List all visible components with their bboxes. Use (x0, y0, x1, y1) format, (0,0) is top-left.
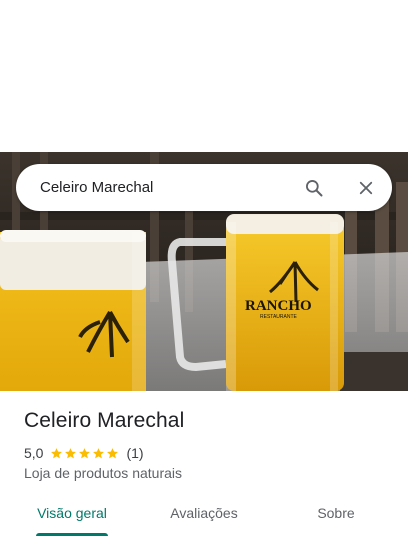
rating-value: 5,0 (24, 445, 44, 461)
clear-search-button[interactable] (353, 175, 379, 201)
place-title: Celeiro Marechal (24, 409, 185, 432)
search-icon (306, 180, 323, 197)
search-input[interactable]: Celeiro Marechal (40, 164, 153, 211)
tab-about[interactable]: Sobre (296, 495, 376, 540)
place-category[interactable]: Loja de produtos naturais (24, 465, 182, 481)
rating-stars (50, 447, 120, 460)
star-icon (79, 447, 91, 458)
star-icon (107, 447, 119, 458)
review-count[interactable]: (1) (126, 445, 143, 461)
tab-reviews[interactable]: Avaliações (158, 495, 250, 540)
mug-sub-text: RESTAURANTE (260, 314, 298, 320)
star-icon (93, 447, 105, 458)
rating-row[interactable]: 5,0 (1) (24, 444, 144, 462)
search-button[interactable] (301, 175, 327, 201)
close-icon (359, 181, 373, 195)
place-tabs: Visão geral Avaliações Sobre (0, 495, 408, 540)
search-bar[interactable]: Celeiro Marechal (16, 164, 392, 211)
active-tab-indicator (36, 533, 108, 536)
mug-brand-text: RANCHO (245, 298, 312, 314)
star-icon (65, 447, 77, 458)
star-icon (51, 447, 63, 458)
